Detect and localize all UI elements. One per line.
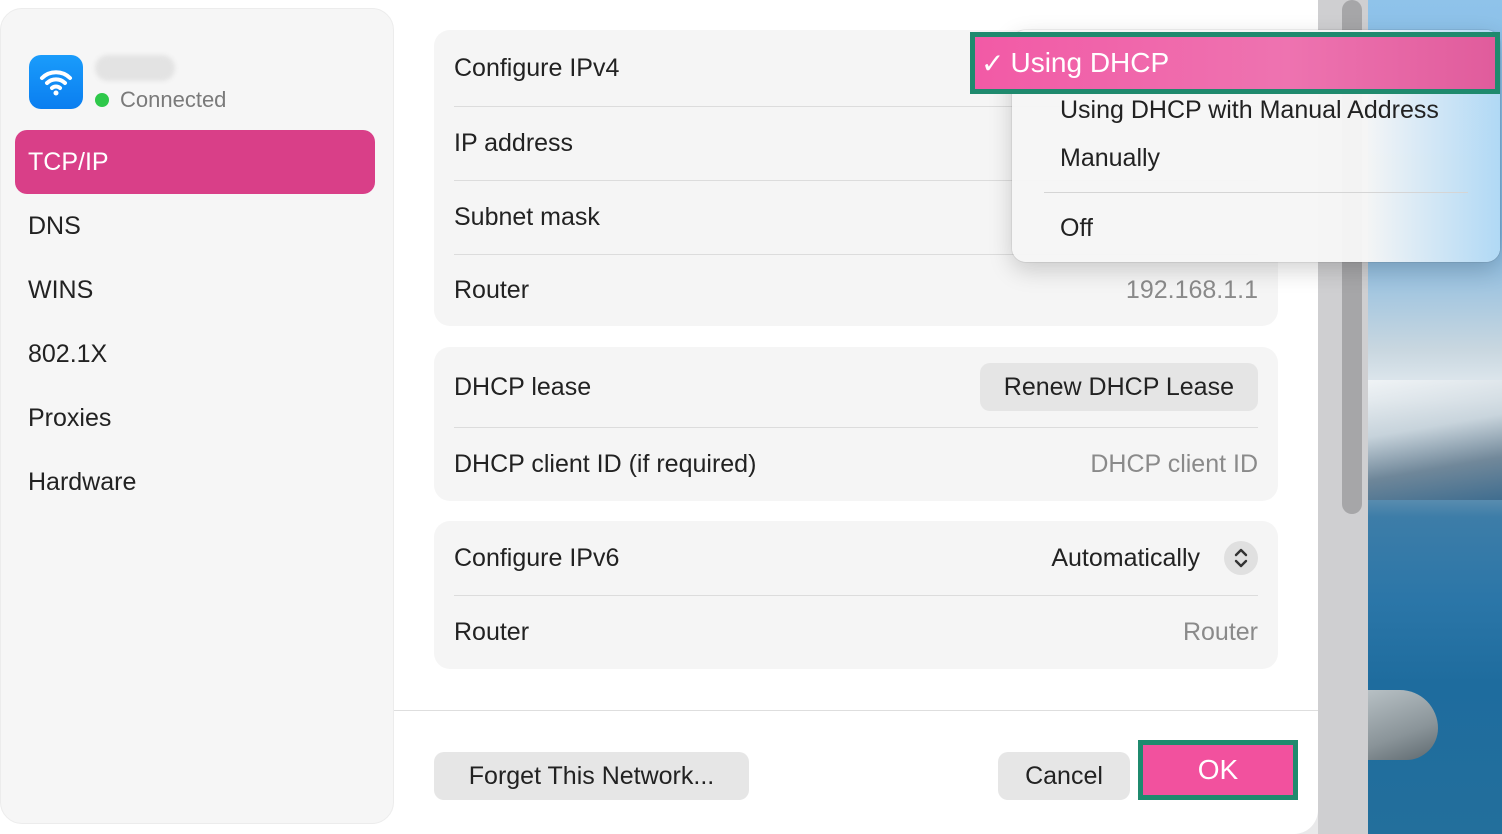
sidebar-item-dns[interactable]: DNS <box>15 194 375 258</box>
checkmark-icon: ✓ <box>981 47 1005 79</box>
status-dot-icon <box>95 93 109 107</box>
dhcp-client-id-label: DHCP client ID (if required) <box>454 449 757 478</box>
ok-button[interactable]: OK <box>1138 740 1298 800</box>
wifi-icon <box>29 55 83 109</box>
menu-item-off[interactable]: Off <box>1060 214 1093 243</box>
configure-ipv6-value: Automatically <box>1051 543 1200 572</box>
sidebar-nav: TCP/IP DNS WINS 802.1X Proxies Hardware <box>15 130 375 514</box>
dhcp-client-id-row: DHCP client ID (if required) DHCP client… <box>434 427 1278 501</box>
ipv4-router-value: 192.168.1.1 <box>1125 275 1258 304</box>
ipv4-router-label: Router <box>454 275 530 304</box>
network-name-redacted <box>95 55 175 81</box>
configure-ipv4-label: Configure IPv4 <box>454 53 620 82</box>
sidebar-item-tcpip[interactable]: TCP/IP <box>15 130 375 194</box>
sidebar: Connected TCP/IP DNS WINS 802.1X Proxies… <box>0 8 394 824</box>
ipv6-router-field[interactable]: Router <box>1183 618 1258 647</box>
wallpaper-rock <box>1368 690 1438 760</box>
menu-separator <box>1044 192 1468 193</box>
subnet-mask-label: Subnet mask <box>454 202 600 231</box>
dhcp-lease-label: DHCP lease <box>454 372 592 401</box>
dhcp-client-id-field[interactable]: DHCP client ID <box>1090 450 1258 479</box>
configure-ipv6-label: Configure IPv6 <box>454 543 620 572</box>
renew-dhcp-lease-button[interactable]: Renew DHCP Lease <box>979 363 1258 411</box>
ipv4-router-row: Router 192.168.1.1 <box>434 254 1278 326</box>
sidebar-item-hardware[interactable]: Hardware <box>15 450 375 514</box>
status-label: Connected <box>120 87 227 112</box>
sidebar-item-8021x[interactable]: 802.1X <box>15 322 375 386</box>
wallpaper-mountain <box>1368 380 1502 500</box>
dhcp-group: DHCP lease Renew DHCP Lease DHCP client … <box>434 347 1278 501</box>
footer-divider <box>394 710 1318 711</box>
ip-address-label: IP address <box>454 128 574 157</box>
cancel-button[interactable]: Cancel <box>998 752 1130 800</box>
connection-status: Connected <box>95 87 226 113</box>
menu-item-using-dhcp[interactable]: ✓ Using DHCP <box>970 32 1500 94</box>
ipv6-router-row: Router Router <box>434 595 1278 669</box>
menu-item-using-dhcp-label: Using DHCP <box>1010 47 1170 78</box>
configure-ipv6-row: Configure IPv6 Automatically <box>434 521 1278 595</box>
menu-item-manually[interactable]: Manually <box>1060 144 1160 173</box>
forget-network-button[interactable]: Forget This Network... <box>434 752 749 800</box>
ipv6-group: Configure IPv6 Automatically Router Rout… <box>434 521 1278 669</box>
dhcp-lease-row: DHCP lease Renew DHCP Lease <box>434 347 1278 427</box>
sidebar-item-wins[interactable]: WINS <box>15 258 375 322</box>
sidebar-item-proxies[interactable]: Proxies <box>15 386 375 450</box>
up-down-chevron-icon[interactable] <box>1224 541 1258 575</box>
ipv6-router-label: Router <box>454 617 530 646</box>
menu-item-dhcp-manual-address[interactable]: Using DHCP with Manual Address <box>1060 96 1439 125</box>
network-header: Connected <box>29 55 226 113</box>
configure-ipv6-popup[interactable]: Automatically <box>1051 541 1258 575</box>
